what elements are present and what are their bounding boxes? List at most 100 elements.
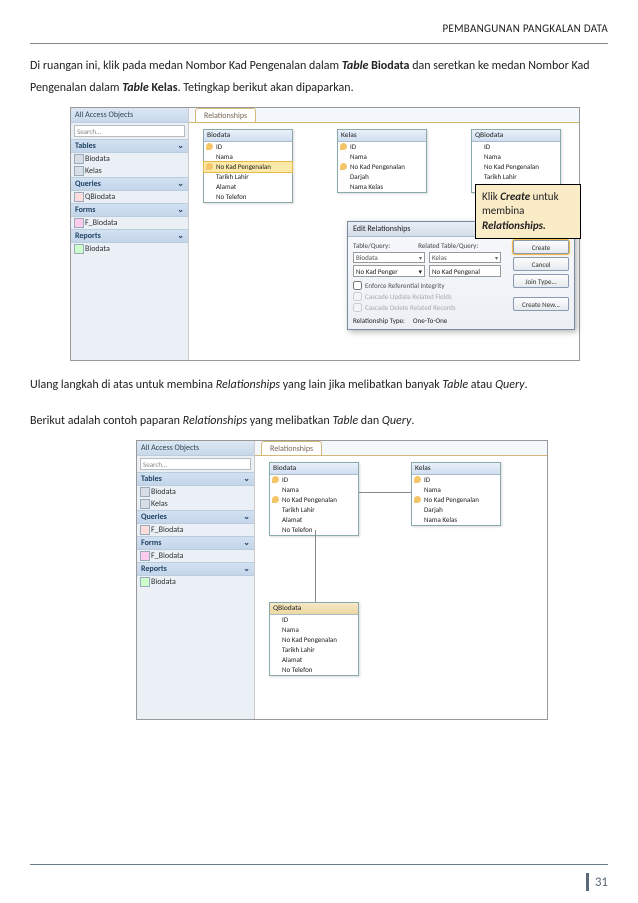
screenshot-relationships-dialog: All Access Objects Search... Tables⌄ Bio… — [70, 107, 580, 361]
table-field[interactable]: Nama Kelas — [338, 182, 426, 192]
collapse-icon: ⌄ — [243, 538, 250, 548]
page-header: PEMBANGUNAN PANGKALAN DATA — [30, 22, 608, 35]
table-field[interactable]: No Kad Pengenalan — [270, 635, 358, 645]
nav-section-label: Queries — [141, 512, 167, 522]
nav-section-tables[interactable]: Tables⌄ — [71, 139, 188, 153]
checkbox-input[interactable] — [353, 281, 362, 290]
field-cell-right[interactable]: No Kad Pengenal — [429, 265, 501, 277]
nav-item-fbiodata-query[interactable]: F_Biodata — [137, 524, 254, 536]
collapse-icon: ⌄ — [177, 205, 184, 215]
checkbox-label: Cascade Delete Related Records — [365, 303, 456, 312]
nav-search-input[interactable]: Search... — [140, 458, 251, 470]
nav-item-kelas[interactable]: Kelas — [71, 165, 188, 177]
table-field[interactable]: Tarikh Lahir — [270, 505, 358, 515]
table-field[interactable]: Nama — [412, 485, 500, 495]
field-cell-left[interactable]: No Kad Penger▾ — [353, 265, 425, 277]
table-field[interactable]: No Kad Pengenalan — [338, 162, 426, 172]
text-italic: Query — [382, 414, 411, 428]
collapse-icon: ⌄ — [243, 564, 250, 574]
table-field[interactable]: Alamat — [204, 182, 292, 192]
table-field[interactable]: No Telefon — [270, 525, 358, 535]
tab-relationships[interactable]: Relationships — [261, 441, 322, 456]
table-field[interactable]: Nama — [270, 485, 358, 495]
table-field[interactable]: No Telefon — [270, 665, 358, 675]
tab-relationships[interactable]: Relationships — [195, 108, 256, 123]
nav-section-label: Tables — [75, 141, 96, 151]
table-field[interactable]: Alamat — [270, 515, 358, 525]
table-biodata[interactable]: Biodata ID Nama No Kad Pengenalan Tarikh… — [269, 462, 359, 536]
nav-item-qbiodata[interactable]: QBiodata — [71, 191, 188, 203]
nav-item-fbiodata-form[interactable]: F_Biodata — [137, 550, 254, 562]
table-field[interactable]: Alamat — [270, 655, 358, 665]
table-field[interactable]: ID — [270, 615, 358, 625]
page-footer: 31 — [586, 873, 608, 891]
nav-header[interactable]: All Access Objects — [137, 441, 254, 456]
table-field[interactable]: ID — [204, 142, 292, 152]
checkbox-input — [353, 303, 362, 312]
combo-value: Biodata — [356, 253, 378, 262]
nav-header[interactable]: All Access Objects — [71, 108, 188, 123]
table-field-selected[interactable]: No Kad Pengenalan — [204, 162, 292, 172]
nav-section-label: Reports — [141, 564, 167, 574]
table-qbiodata[interactable]: QBiodata ID Nama No Kad Pengenalan Tarik… — [269, 602, 359, 676]
table-field[interactable]: Tarikh Lahir — [472, 172, 560, 182]
join-type-button[interactable]: Join Type... — [513, 274, 569, 288]
nav-item-report-biodata[interactable]: Biodata — [137, 576, 254, 588]
table-field[interactable]: Darjah — [338, 172, 426, 182]
nav-item-fbiodata[interactable]: F_Biodata — [71, 217, 188, 229]
nav-item-biodata[interactable]: Biodata — [71, 153, 188, 165]
table-field[interactable]: ID — [412, 475, 500, 485]
nav-section-label: Forms — [75, 205, 95, 215]
create-new-button[interactable]: Create New... — [513, 297, 569, 311]
text: atau — [468, 378, 495, 392]
table-field[interactable]: No Kad Pengenalan — [472, 162, 560, 172]
table-field[interactable]: No Kad Pengenalan — [412, 495, 500, 505]
text: dan — [358, 414, 382, 428]
table-biodata[interactable]: Biodata ID Nama No Kad Pengenalan Tarikh… — [203, 129, 293, 203]
cancel-button[interactable]: Cancel — [513, 257, 569, 271]
relationships-canvas[interactable]: Biodata ID Nama No Kad Pengenalan Tarikh… — [189, 122, 579, 360]
nav-search-input[interactable]: Search... — [74, 125, 185, 137]
table-field[interactable]: Nama — [472, 152, 560, 162]
checkbox-label: Enforce Referential Integrity — [365, 281, 445, 290]
table-field[interactable]: No Kad Pengenalan — [270, 495, 358, 505]
table-field[interactable]: ID — [270, 475, 358, 485]
combo-table-query[interactable]: Biodata▾ — [353, 252, 425, 263]
paragraph-1: Di ruangan ini, klik pada medan Nombor K… — [30, 56, 608, 99]
callout-text: Klik — [482, 190, 500, 203]
table-kelas[interactable]: Kelas ID Nama No Kad Pengenalan Darjah N… — [337, 129, 427, 193]
text: yang lain jika melibatkan banyak — [280, 378, 442, 392]
table-field[interactable]: Nama — [204, 152, 292, 162]
nav-section-forms[interactable]: Forms ⌄ — [71, 203, 188, 217]
table-field[interactable]: No Telefon — [204, 192, 292, 202]
chevron-down-icon: ▾ — [495, 254, 498, 262]
relationships-canvas[interactable]: Biodata ID Nama No Kad Pengenalan Tarikh… — [255, 455, 547, 719]
nav-section-reports[interactable]: Reports ⌄ — [137, 562, 254, 576]
page-number: 31 — [595, 875, 608, 890]
nav-section-reports[interactable]: Reports⌄ — [71, 229, 188, 243]
table-field[interactable]: ID — [472, 142, 560, 152]
table-field[interactable]: Nama Kelas — [412, 515, 500, 525]
text-italic: Table — [332, 414, 358, 428]
nav-item-biodata[interactable]: Biodata — [137, 486, 254, 498]
nav-section-forms[interactable]: Forms⌄ — [137, 536, 254, 550]
nav-item-kelas[interactable]: Kelas — [137, 498, 254, 510]
combo-value: Kelas — [432, 253, 447, 262]
nav-section-queries[interactable]: Queries⌄ — [71, 177, 188, 191]
combo-related-table[interactable]: Kelas ▾ — [429, 252, 501, 263]
text-bold: Biodata — [368, 59, 409, 73]
table-field[interactable]: Nama — [338, 152, 426, 162]
nav-section-tables[interactable]: Tables⌄ — [137, 472, 254, 486]
table-kelas[interactable]: Kelas ID Nama No Kad Pengenalan Darjah N… — [411, 462, 501, 526]
label-related-table-query: Related Table/Query: — [418, 241, 478, 250]
create-button[interactable]: Create — [513, 240, 569, 254]
table-field[interactable]: Nama — [270, 625, 358, 635]
table-field[interactable]: Tarikh Lahir — [204, 172, 292, 182]
paragraph-2: Ulang langkah di atas untuk membina Rela… — [30, 375, 608, 397]
nav-section-queries[interactable]: Queries⌄ — [137, 510, 254, 524]
table-field[interactable]: Tarikh Lahir — [270, 645, 358, 655]
table-header: Kelas — [412, 463, 500, 475]
table-field[interactable]: ID — [338, 142, 426, 152]
nav-item-report-biodata[interactable]: Biodata — [71, 243, 188, 255]
table-field[interactable]: Darjah — [412, 505, 500, 515]
